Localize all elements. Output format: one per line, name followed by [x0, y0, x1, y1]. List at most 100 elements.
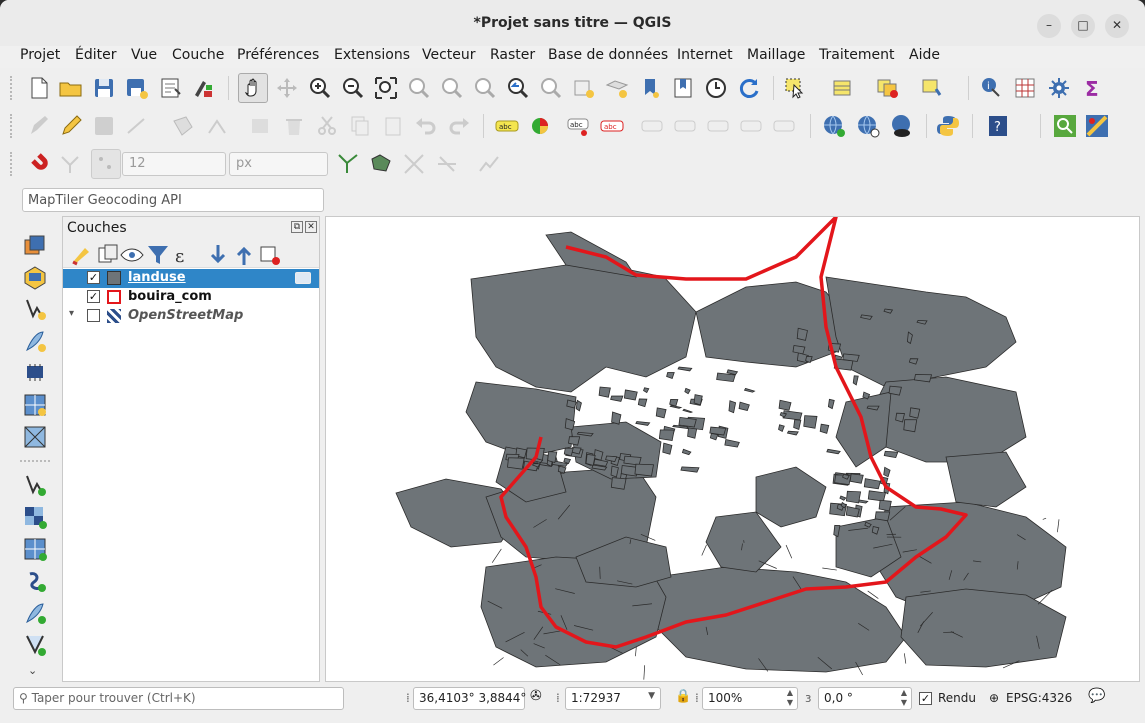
geocoding-search-icon[interactable] — [855, 113, 881, 139]
processing-icon[interactable] — [1046, 75, 1072, 101]
menu-vecteur[interactable]: Vecteur — [422, 47, 476, 63]
undo-icon[interactable] — [413, 113, 439, 139]
filter-legend-icon[interactable] — [145, 242, 168, 264]
collapse-all-icon[interactable] — [231, 242, 252, 265]
filter-expression-icon[interactable]: ε — [171, 242, 191, 267]
add-spatialite-icon[interactable] — [22, 600, 48, 626]
show-bookmarks-icon[interactable] — [604, 75, 630, 101]
lock-icon[interactable]: 🔒 — [675, 689, 691, 704]
deselect-icon[interactable] — [875, 75, 901, 101]
data-source-manager-icon[interactable] — [22, 232, 48, 258]
quick-search-icon[interactable] — [1052, 113, 1078, 139]
layer-row-openstreetmap[interactable]: ▾ OpenStreetMap — [63, 307, 319, 326]
add-raster-icon[interactable] — [22, 392, 48, 418]
layer-row-landuse[interactable]: ✓ landuse — [63, 269, 319, 288]
maptiler-icon[interactable] — [889, 113, 915, 139]
topological-editing-icon[interactable] — [335, 151, 361, 177]
show-labels-icon[interactable]: abc — [599, 113, 625, 139]
save-project-icon[interactable] — [91, 75, 117, 101]
delete-selected-icon[interactable] — [281, 113, 307, 139]
add-line-icon[interactable] — [124, 113, 150, 139]
snap-intersection-icon[interactable] — [368, 151, 394, 177]
new-shapefile-icon[interactable] — [22, 296, 48, 322]
move-label-icon[interactable] — [640, 113, 666, 139]
clock-icon[interactable] — [703, 75, 729, 101]
snap-unit-select[interactable]: px — [229, 152, 328, 176]
self-snapping-icon[interactable] — [476, 151, 502, 177]
scale-field[interactable]: 1:72937 ▼ — [565, 687, 661, 710]
label-properties-icon[interactable] — [772, 113, 798, 139]
new-temporary-layer-icon[interactable] — [22, 328, 48, 354]
menu-preferences[interactable]: Préférences — [237, 47, 319, 63]
redo-icon[interactable] — [446, 113, 472, 139]
add-group-icon[interactable] — [95, 242, 118, 263]
menu-vue[interactable]: Vue — [131, 47, 157, 63]
expand-all-icon[interactable] — [205, 242, 226, 264]
enable-tracing-icon[interactable] — [401, 151, 427, 177]
menu-traitement[interactable]: Traitement — [819, 47, 894, 63]
sum-icon[interactable]: Σ — [1080, 75, 1106, 101]
crs-button[interactable]: EPSG:4326 — [1006, 691, 1072, 705]
save-edits-icon[interactable] — [91, 113, 117, 139]
layer-row-bouira-com[interactable]: ✓ bouira_com — [63, 288, 319, 307]
refresh-icon[interactable] — [736, 75, 762, 101]
diagram-icon[interactable] — [527, 113, 553, 139]
panel-float-button[interactable]: ⧉ — [291, 221, 303, 233]
metasearch-icon[interactable] — [821, 113, 847, 139]
virtual-layer-icon[interactable] — [22, 360, 48, 386]
coordinate-toggle-icon[interactable]: ⁞ — [406, 691, 410, 705]
avoid-overlap-icon[interactable] — [434, 151, 460, 177]
manage-visibility-icon[interactable] — [119, 242, 144, 262]
attribute-table-icon[interactable] — [830, 75, 856, 101]
maximize-button[interactable]: □ — [1071, 14, 1095, 38]
toggle-editing-icon[interactable] — [58, 113, 84, 139]
show-hide-label-icon[interactable] — [673, 113, 699, 139]
label-toolbar-icon[interactable]: abc — [494, 113, 520, 139]
select-features-icon[interactable] — [782, 75, 808, 101]
zoom-layer-icon[interactable] — [439, 75, 465, 101]
zoom-last-icon[interactable] — [505, 75, 531, 101]
rotation-spin-icon[interactable]: ▲ ▼ — [901, 688, 907, 708]
layer-styling-icon[interactable] — [69, 242, 89, 266]
layer-indicator-icon[interactable] — [295, 272, 311, 284]
menu-projet[interactable]: Projet — [20, 47, 60, 63]
help-icon[interactable]: ? — [985, 113, 1011, 139]
geocoder-input[interactable]: MapTiler Geocoding API — [22, 188, 324, 212]
toolbar-grip[interactable] — [10, 152, 14, 176]
modify-attributes-icon[interactable] — [248, 113, 274, 139]
coordinate-field[interactable]: 36,4103° 3,8844° — [413, 687, 526, 710]
layer-visibility-checkbox[interactable]: ✓ — [87, 271, 100, 284]
locator-search-input[interactable]: ⚲ Taper pour trouver (Ctrl+K) — [13, 687, 344, 710]
snap-type-icon[interactable] — [91, 149, 121, 179]
zoom-full-icon[interactable] — [373, 75, 399, 101]
rotate-label-icon[interactable] — [706, 113, 732, 139]
scale-dropdown-icon[interactable]: ▼ — [648, 691, 655, 701]
minimize-button[interactable]: – — [1037, 14, 1061, 38]
magnifier-field[interactable]: 100% ▲ ▼ — [702, 687, 798, 710]
remove-layer-icon[interactable] — [257, 242, 280, 265]
identify-icon[interactable]: i — [978, 75, 1004, 101]
messages-icon[interactable]: 💬 — [1088, 688, 1105, 704]
vertex-tool-icon[interactable] — [204, 113, 230, 139]
close-button[interactable]: ✕ — [1105, 14, 1129, 38]
menu-couche[interactable]: Couche — [172, 47, 224, 63]
python-console-icon[interactable] — [935, 113, 961, 139]
pin-labels-icon[interactable]: abc — [566, 113, 592, 139]
layer-visibility-checkbox[interactable]: ✓ — [87, 290, 100, 303]
expand-arrow-icon[interactable]: ▾ — [69, 308, 74, 319]
add-postgis-icon[interactable] — [22, 632, 48, 658]
toolbar-grip[interactable] — [10, 76, 14, 100]
map-render[interactable] — [326, 217, 1140, 682]
menu-raster[interactable]: Raster — [490, 47, 535, 63]
menu-maillage[interactable]: Maillage — [747, 47, 805, 63]
menu-base-de-donnees[interactable]: Base de données — [548, 47, 668, 63]
zoom-native-icon[interactable] — [472, 75, 498, 101]
pan-to-selection-icon[interactable] — [274, 75, 300, 101]
temporal-icon[interactable] — [637, 75, 663, 101]
print-layout-icon[interactable] — [157, 75, 183, 101]
zoom-in-icon[interactable] — [307, 75, 333, 101]
select-by-value-icon[interactable] — [920, 75, 946, 101]
add-raster-layer-icon[interactable] — [22, 504, 48, 530]
style-manager-icon[interactable] — [190, 75, 216, 101]
layer-visibility-checkbox[interactable] — [87, 309, 100, 322]
